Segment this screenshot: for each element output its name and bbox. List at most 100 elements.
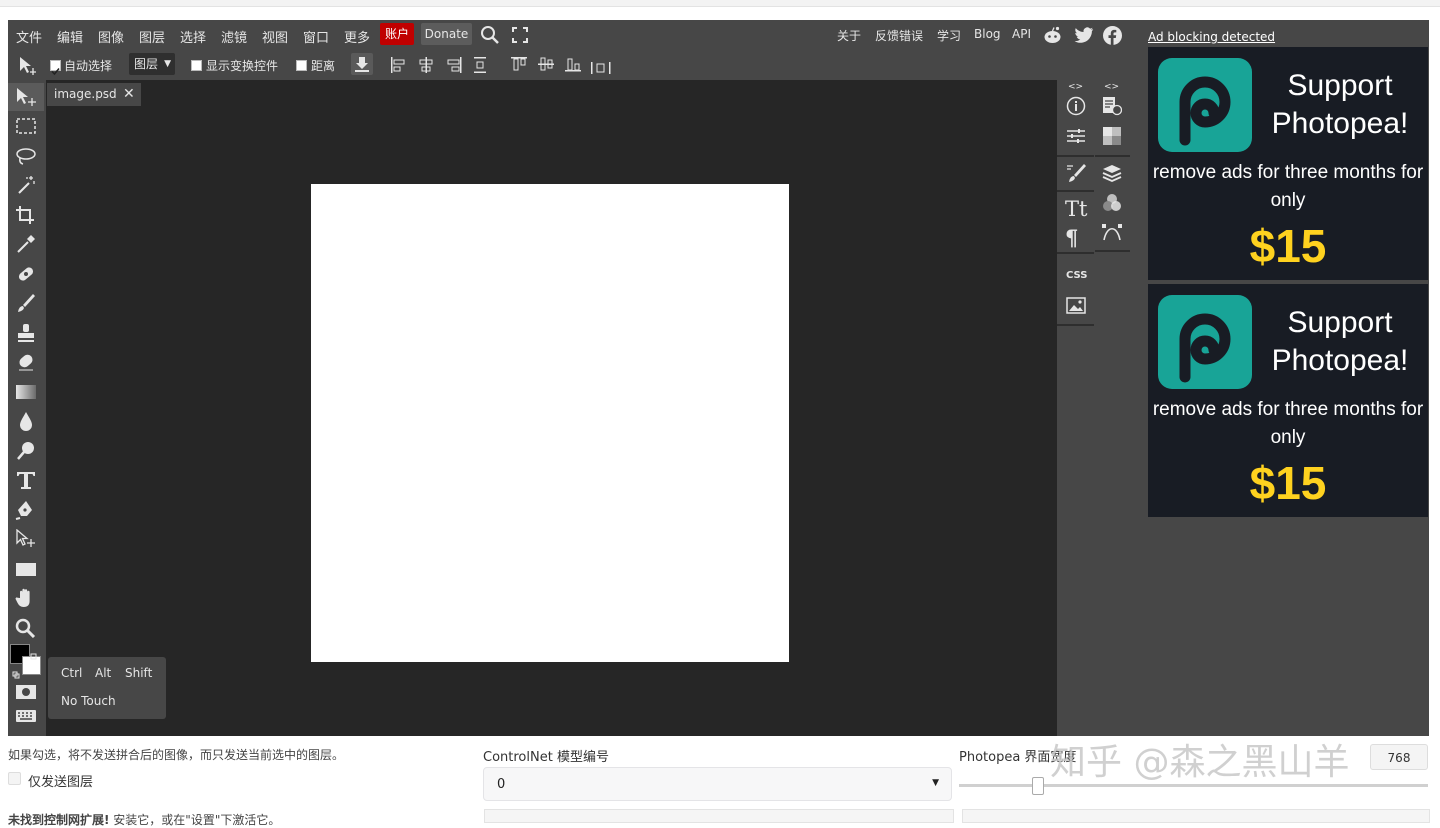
swap-colors-icon[interactable] bbox=[30, 646, 38, 665]
rectangle-tool[interactable] bbox=[8, 555, 44, 583]
eyedropper-tool[interactable] bbox=[8, 230, 44, 258]
lasso-tool[interactable] bbox=[8, 142, 44, 170]
document-tab-name: image.psd bbox=[54, 87, 117, 101]
distance-checkbox[interactable] bbox=[296, 60, 307, 71]
shift-key[interactable]: Shift bbox=[125, 666, 152, 680]
keyboard-icon[interactable] bbox=[8, 702, 44, 730]
collapse-left-icon[interactable]: <> bbox=[1068, 82, 1083, 92]
alt-key[interactable]: Alt bbox=[95, 666, 111, 680]
blur-tool[interactable] bbox=[8, 407, 44, 435]
pen-tool[interactable] bbox=[8, 496, 44, 524]
menu-learn[interactable]: 学习 bbox=[937, 27, 961, 44]
swatches-icon[interactable] bbox=[1102, 126, 1122, 150]
auto-select-checkbox[interactable] bbox=[50, 60, 61, 76]
brush-presets-icon[interactable] bbox=[1066, 163, 1086, 187]
right-panel-dock: <> <> Tt ¶ CSS bbox=[1057, 80, 1140, 736]
lower-input-field[interactable] bbox=[962, 809, 1430, 823]
transform-controls-checkbox[interactable] bbox=[191, 60, 202, 71]
gradient-tool[interactable] bbox=[8, 378, 44, 406]
type-tool[interactable] bbox=[8, 466, 44, 494]
ad-title: Support Photopea! bbox=[1260, 67, 1420, 143]
ad-subtitle: remove ads for three months for only bbox=[1152, 162, 1424, 211]
ad-blocking-link[interactable]: Ad blocking detected bbox=[1148, 30, 1275, 44]
ad-card[interactable]: Support Photopea! remove ads for three mo… bbox=[1148, 47, 1428, 280]
distribute-horizontal-icon[interactable] bbox=[591, 59, 611, 78]
align-vcenter-icon[interactable] bbox=[538, 56, 554, 76]
align-top-icon[interactable] bbox=[511, 56, 527, 76]
align-bottom-icon[interactable] bbox=[565, 56, 581, 76]
layer-select-dropdown[interactable]: 图层 ▼ bbox=[129, 53, 175, 75]
menu-select[interactable]: 选择 bbox=[180, 27, 206, 46]
crop-tool[interactable] bbox=[8, 201, 44, 229]
align-left-icon[interactable] bbox=[390, 57, 406, 77]
marquee-tool[interactable] bbox=[8, 112, 44, 140]
clone-stamp-tool[interactable] bbox=[8, 319, 44, 347]
eraser-tool[interactable] bbox=[8, 348, 44, 376]
document-canvas[interactable] bbox=[311, 184, 789, 662]
menu-view[interactable]: 视图 bbox=[262, 27, 288, 46]
adjustments-icon[interactable] bbox=[1066, 126, 1086, 150]
panel-divider bbox=[1057, 324, 1094, 326]
twitter-icon[interactable] bbox=[1074, 27, 1094, 48]
facebook-icon[interactable] bbox=[1103, 26, 1122, 49]
menu-about[interactable]: 关于 bbox=[837, 27, 861, 44]
document-tab[interactable]: image.psd ✕ bbox=[47, 83, 141, 106]
zhihu-watermark: 知乎 @森之黑山羊 bbox=[1050, 742, 1350, 783]
download-button[interactable] bbox=[351, 53, 373, 75]
only-send-layer-label: 仅发送图层 bbox=[28, 775, 94, 790]
paths-icon[interactable] bbox=[1102, 223, 1122, 247]
menu-edit[interactable]: 编辑 bbox=[57, 27, 83, 46]
hand-tool[interactable] bbox=[8, 584, 44, 612]
extension-warning-text: 安装它，或在"设置"下激活它。 bbox=[109, 813, 281, 827]
move-tool[interactable] bbox=[8, 83, 44, 111]
align-hcenter-icon[interactable] bbox=[418, 57, 434, 77]
paragraph-icon[interactable]: ¶ bbox=[1065, 225, 1078, 250]
only-send-layer-hint: 如果勾选，将不发送拼合后的图像，而只发送当前选中的图层。 bbox=[8, 748, 345, 762]
menu-image[interactable]: 图像 bbox=[98, 27, 124, 46]
chevron-down-icon: ▼ bbox=[932, 778, 939, 788]
dodge-tool[interactable] bbox=[8, 437, 44, 465]
fullscreen-icon[interactable] bbox=[512, 27, 528, 47]
panel-divider bbox=[1057, 190, 1094, 192]
menu-window[interactable]: 窗口 bbox=[303, 27, 329, 46]
panel-divider bbox=[1057, 155, 1094, 157]
css-icon[interactable]: CSS bbox=[1066, 270, 1087, 281]
path-select-tool[interactable] bbox=[8, 525, 44, 553]
healing-brush-tool[interactable] bbox=[8, 260, 44, 288]
menu-more[interactable]: 更多 bbox=[344, 27, 370, 46]
distribute-vertical-icon[interactable] bbox=[474, 57, 486, 77]
menu-api[interactable]: API bbox=[1012, 27, 1031, 41]
menu-blog[interactable]: Blog bbox=[974, 27, 1001, 41]
collapse-right-icon[interactable]: <> bbox=[1104, 82, 1119, 92]
no-touch-toggle[interactable]: No Touch bbox=[61, 694, 116, 708]
ad-card[interactable]: Support Photopea! remove ads for three mo… bbox=[1148, 284, 1428, 517]
magic-wand-tool[interactable] bbox=[8, 171, 44, 199]
brush-tool[interactable] bbox=[8, 289, 44, 317]
slider-thumb[interactable] bbox=[1032, 777, 1044, 795]
donate-button[interactable]: Donate bbox=[421, 23, 472, 45]
menu-layer[interactable]: 图层 bbox=[139, 27, 165, 46]
menu-filter[interactable]: 滤镜 bbox=[221, 27, 247, 46]
menu-report-bug[interactable]: 反馈错误 bbox=[875, 27, 923, 44]
history-icon[interactable] bbox=[1102, 96, 1123, 120]
align-right-icon[interactable] bbox=[446, 57, 462, 77]
photopea-width-input[interactable]: 768 bbox=[1370, 744, 1428, 770]
channels-icon[interactable] bbox=[1102, 193, 1122, 217]
only-send-layer-checkbox[interactable] bbox=[8, 772, 21, 785]
search-icon[interactable] bbox=[480, 25, 500, 49]
layers-icon[interactable] bbox=[1102, 163, 1122, 187]
zoom-tool[interactable] bbox=[8, 614, 44, 642]
menu-file[interactable]: 文件 bbox=[16, 27, 42, 46]
extension-warning: 未找到控制网扩展! 安装它，或在"设置"下激活它。 bbox=[8, 811, 280, 828]
account-button[interactable]: 账户 bbox=[380, 23, 414, 45]
photopea-logo bbox=[1158, 58, 1252, 152]
controlnet-select-value: 0 bbox=[497, 777, 506, 792]
lower-input-field[interactable] bbox=[484, 809, 954, 823]
controlnet-select[interactable]: 0 ▼ bbox=[483, 767, 952, 801]
close-icon[interactable]: ✕ bbox=[123, 83, 135, 106]
info-icon[interactable] bbox=[1066, 96, 1086, 120]
reddit-icon[interactable] bbox=[1043, 26, 1062, 48]
image-icon[interactable] bbox=[1066, 297, 1086, 319]
ctrl-key[interactable]: Ctrl bbox=[61, 666, 82, 680]
character-icon[interactable]: Tt bbox=[1065, 197, 1087, 221]
